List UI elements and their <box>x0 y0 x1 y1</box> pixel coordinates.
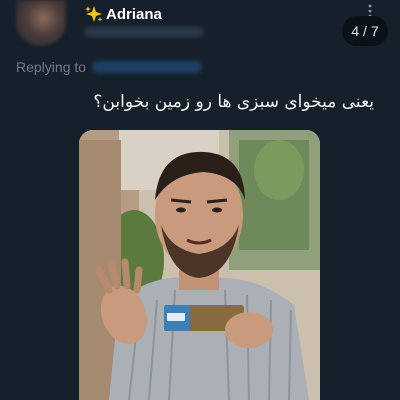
avatar[interactable] <box>16 0 66 46</box>
tweet-text: یعنی میخوای سبزی ها رو زمین بخوابن؟ <box>93 92 374 112</box>
image-counter-badge: 4 / 7 <box>342 16 388 46</box>
author-handle-redacted <box>84 27 204 37</box>
tweet-media-image[interactable] <box>79 130 320 400</box>
author-name-row[interactable]: Adriana <box>84 4 162 24</box>
author-display-name: Adriana <box>106 5 162 23</box>
sparkles-icon <box>85 6 103 22</box>
replying-label: Replying to <box>16 59 87 75</box>
meme-photo <box>79 130 320 400</box>
tweet-view: Adriana 4 / 7 Replying to یعنی میخوای سب… <box>0 0 400 400</box>
replying-to: Replying to <box>16 59 203 75</box>
reply-handle-redacted[interactable] <box>92 61 203 73</box>
